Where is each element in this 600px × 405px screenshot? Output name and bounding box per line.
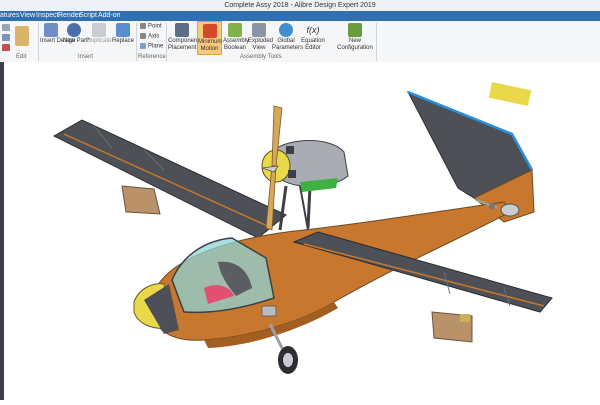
replace-label: Replace: [112, 38, 135, 44]
seaplane-model-svg: [52, 82, 553, 374]
menu-item-features[interactable]: atures: [0, 11, 19, 21]
axis-icon: [140, 33, 146, 39]
tail-fin: [406, 82, 535, 223]
reference-plane-button[interactable]: Plane: [140, 43, 163, 51]
menu-item-script[interactable]: Script: [79, 11, 97, 21]
group-label-insert: Insert: [78, 54, 94, 60]
replace-button[interactable]: Replace: [112, 21, 134, 55]
assembly-boolean-icon: [228, 23, 242, 37]
left-wing: [52, 119, 287, 239]
plane-icon: [140, 43, 146, 49]
reference-plane-label: Plane: [148, 43, 164, 50]
new-part-icon: [67, 23, 81, 37]
ribbon: Edit Insert Design New Part* Duplicate R…: [0, 21, 600, 63]
menu-item-addon[interactable]: Add-on: [98, 11, 121, 21]
tail-wheel: [500, 203, 520, 217]
group-label-reference: Reference: [138, 54, 166, 60]
menu-bar: atures View Inspect Render Script Add-on: [0, 11, 600, 21]
equation-editor-label: Equation Editor: [301, 38, 325, 51]
replace-icon: [116, 23, 130, 37]
group-label-edit: Edit: [16, 54, 27, 60]
exploded-view-button[interactable]: Exploded View: [248, 21, 274, 55]
component-placement-label: Component Placement: [168, 38, 200, 51]
component-placement-icon: [175, 23, 189, 37]
insert-design-label: Insert Design: [40, 38, 76, 44]
paste-icon[interactable]: [15, 26, 29, 46]
duplicate-button[interactable]: Duplicate: [86, 21, 112, 55]
3d-viewport[interactable]: [4, 62, 600, 400]
minimum-motion-label: Minimum Motion: [198, 39, 223, 52]
function-icon: f(x): [306, 25, 320, 35]
reference-point-label: Point: [148, 23, 162, 30]
globe-icon: [279, 23, 293, 37]
assembly-boolean-label: Assembly Boolean: [223, 38, 250, 51]
window-title: Complete Assy 2018 - Alibre Design Exper…: [224, 2, 376, 9]
global-parameters-button[interactable]: Global Parameters: [272, 21, 304, 55]
group-separator: [38, 23, 39, 61]
insert-design-icon: [44, 23, 58, 37]
reference-axis-label: Axis: [148, 33, 160, 40]
group-label-assembly-tools: Assembly Tools: [240, 54, 282, 60]
group-separator: [376, 23, 377, 61]
menu-item-view[interactable]: View: [20, 11, 35, 21]
new-configuration-button[interactable]: New Configuration: [337, 21, 373, 55]
engine-pylon: [278, 185, 312, 231]
new-part-button[interactable]: New Part*: [63, 21, 91, 55]
reference-point-button[interactable]: Point: [140, 23, 162, 31]
minimum-motion-button[interactable]: Minimum Motion: [197, 21, 222, 55]
copy-icon[interactable]: [2, 34, 10, 41]
delete-icon[interactable]: [2, 44, 10, 51]
global-parameters-label: Global Parameters: [272, 38, 304, 51]
wing-float-left: [121, 185, 161, 215]
insert-design-button[interactable]: Insert Design: [40, 21, 76, 55]
duplicate-label: Duplicate: [86, 38, 112, 44]
exploded-view-icon: [252, 23, 266, 37]
menu-item-inspect[interactable]: Inspect: [36, 11, 59, 21]
new-part-label: New Part*: [63, 38, 91, 44]
menu-item-render[interactable]: Render: [58, 11, 81, 21]
scissors-icon[interactable]: [2, 24, 10, 31]
wing-float-right: [431, 311, 473, 343]
equation-editor-button[interactable]: f(x) Equation Editor: [301, 21, 325, 55]
new-configuration-icon: [348, 23, 362, 37]
new-configuration-label: New Configuration: [337, 38, 373, 51]
component-placement-button[interactable]: Component Placement: [168, 21, 200, 55]
exploded-view-label: Exploded View: [248, 38, 274, 51]
group-separator: [136, 23, 137, 61]
point-icon: [140, 23, 146, 29]
duplicate-icon: [92, 23, 106, 37]
assembly-boolean-button[interactable]: Assembly Boolean: [223, 21, 250, 55]
reference-axis-button[interactable]: Axis: [140, 33, 159, 41]
group-separator: [166, 23, 167, 61]
minimum-motion-icon: [202, 24, 217, 38]
